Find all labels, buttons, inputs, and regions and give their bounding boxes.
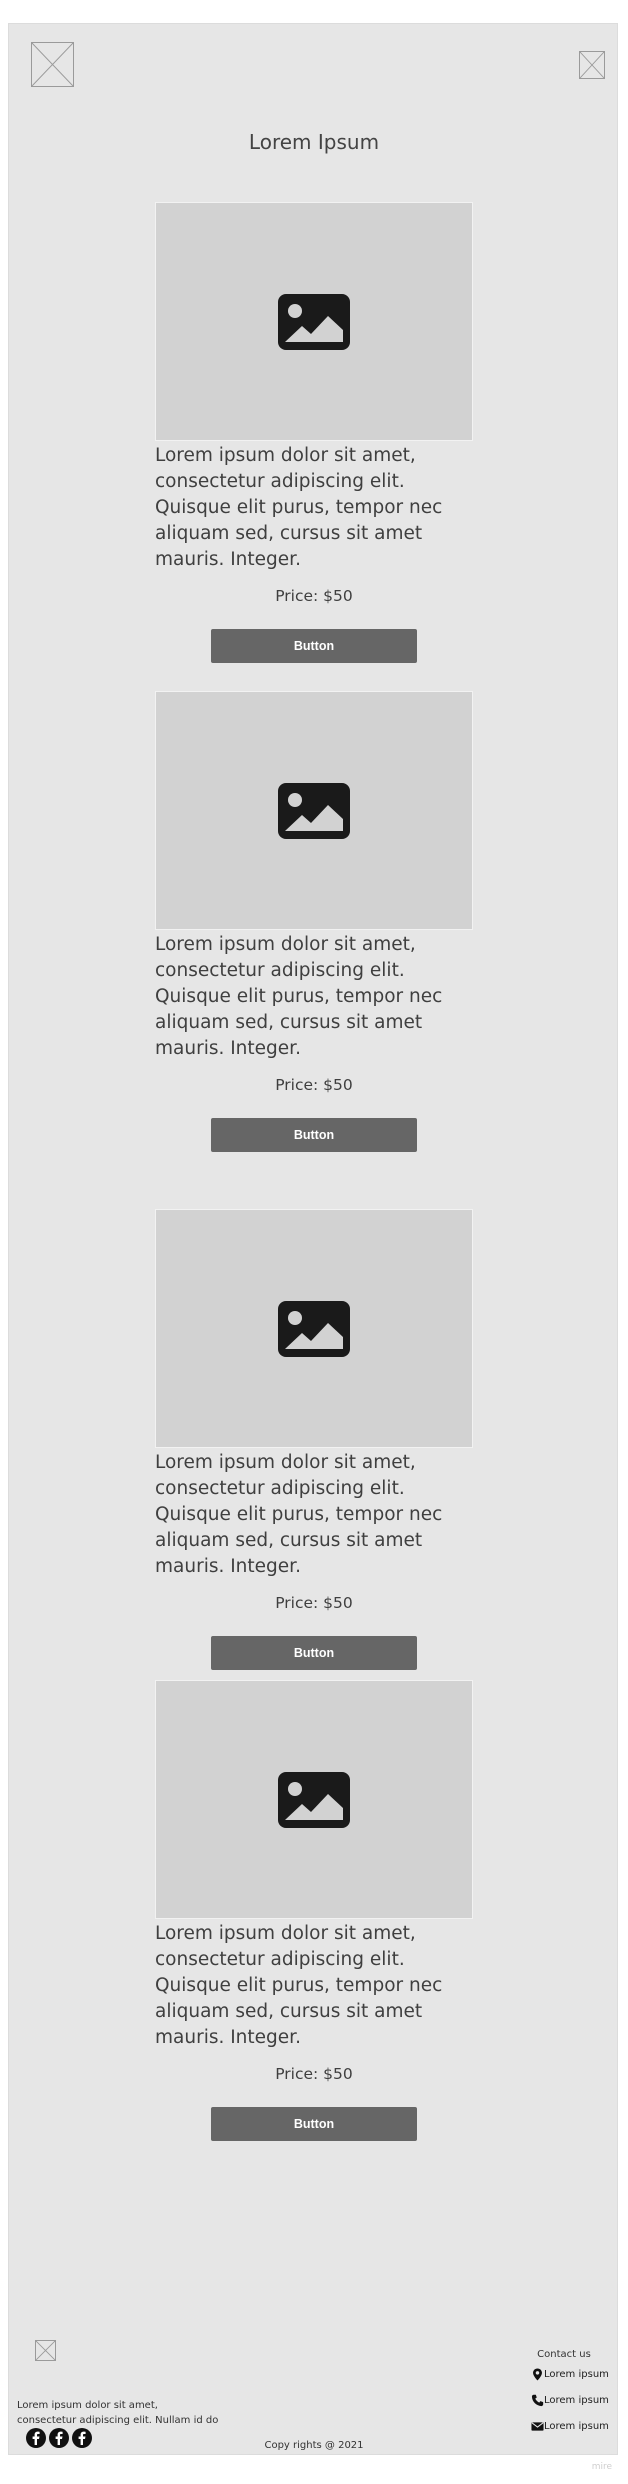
- logo-placeholder-icon[interactable]: [31, 42, 74, 87]
- product-card: Lorem ipsum dolor sit amet, consectetur …: [155, 691, 473, 1152]
- product-button[interactable]: Button: [211, 1636, 417, 1670]
- product-image: [155, 202, 473, 441]
- product-price: Price: $50: [275, 1594, 353, 1612]
- footer-about: Lorem ipsum dolor sit amet, consectetur …: [17, 2398, 218, 2428]
- menu-placeholder-icon[interactable]: [579, 51, 605, 79]
- product-description: Lorem ipsum dolor sit amet, consectetur …: [155, 1452, 443, 1577]
- product-image: [155, 1680, 473, 1919]
- image-icon: [278, 782, 350, 839]
- footer-about-line: Lorem ipsum dolor sit amet,: [17, 2400, 158, 2411]
- image-icon: [278, 1771, 350, 1828]
- product-description: Lorem ipsum dolor sit amet, consectetur …: [155, 445, 443, 570]
- image-icon: [278, 1300, 350, 1357]
- contact-label: Lorem ipsum: [544, 2421, 609, 2432]
- product-image: [155, 1209, 473, 1448]
- phone-icon: [531, 2394, 544, 2407]
- contact-item-phone[interactable]: Lorem ipsum: [531, 2394, 609, 2407]
- product-card: Lorem ipsum dolor sit amet, consectetur …: [155, 202, 473, 663]
- product-button[interactable]: Button: [211, 629, 417, 663]
- product-price: Price: $50: [275, 2065, 353, 2083]
- image-icon: [278, 293, 350, 350]
- copyright-text: Copy rights @ 2021: [264, 2440, 364, 2451]
- product-card: Lorem ipsum dolor sit amet, consectetur …: [155, 1209, 473, 1670]
- product-card: Lorem ipsum dolor sit amet, consectetur …: [155, 1680, 473, 2141]
- footer-about-line: consectetur adipiscing elit. Nullam id d…: [17, 2415, 219, 2426]
- mail-icon: [531, 2422, 544, 2431]
- contact-item-location[interactable]: Lorem ipsum: [531, 2368, 609, 2381]
- page-frame: Lorem Ipsum Lorem ipsum dolor sit amet, …: [8, 23, 618, 2455]
- watermark: mire: [591, 2462, 612, 2472]
- product-description: Lorem ipsum dolor sit amet, consectetur …: [155, 1923, 443, 2048]
- contact-label: Lorem ipsum: [544, 2369, 609, 2380]
- contact-label: Lorem ipsum: [544, 2395, 609, 2406]
- product-button[interactable]: Button: [211, 1118, 417, 1152]
- location-pin-icon: [533, 2368, 542, 2381]
- product-price: Price: $50: [275, 1076, 353, 1094]
- product-button[interactable]: Button: [211, 2107, 417, 2141]
- page-title: Lorem Ipsum: [248, 130, 380, 154]
- product-image: [155, 691, 473, 930]
- product-price: Price: $50: [275, 587, 353, 605]
- contact-title: Contact us: [537, 2349, 591, 2360]
- contact-item-mail[interactable]: Lorem ipsum: [531, 2420, 609, 2433]
- product-description: Lorem ipsum dolor sit amet, consectetur …: [155, 934, 443, 1059]
- footer-logo-placeholder-icon: [35, 2340, 56, 2361]
